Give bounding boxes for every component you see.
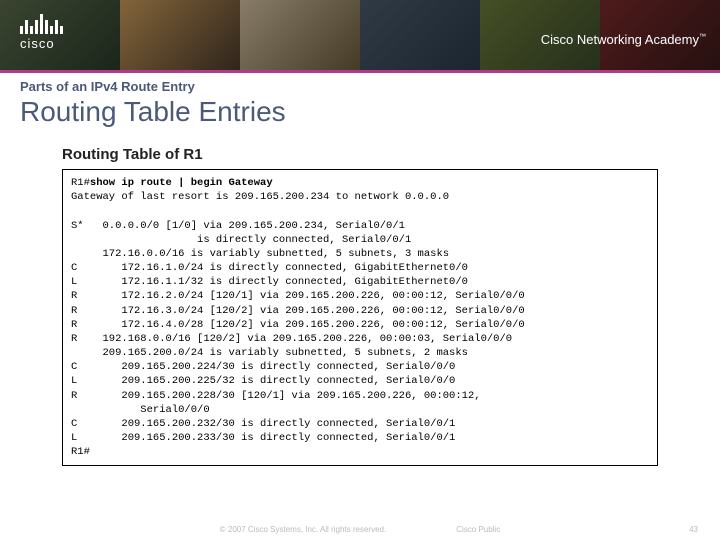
cisco-logo-text: cisco (20, 36, 63, 51)
output-line: C 209.165.200.224/30 is directly connect… (71, 361, 455, 373)
slide-footer: © 2007 Cisco Systems, Inc. All rights re… (0, 525, 720, 534)
footer-copyright: © 2007 Cisco Systems, Inc. All rights re… (220, 525, 386, 534)
terminal-output: R1#show ip route | begin Gateway Gateway… (62, 169, 658, 466)
output-line: R 192.168.0.0/16 [120/2] via 209.165.200… (71, 333, 512, 345)
footer-classification: Cisco Public (456, 525, 500, 534)
output-line: Serial0/0/0 (71, 404, 210, 416)
output-line: C 172.16.1.0/24 is directly connected, G… (71, 262, 468, 274)
slide-kicker: Parts of an IPv4 Route Entry (20, 79, 700, 94)
trademark-icon: ™ (699, 34, 706, 41)
output-line: L 209.165.200.225/32 is directly connect… (71, 375, 455, 387)
output-line: R 172.16.2.0/24 [120/1] via 209.165.200.… (71, 290, 525, 302)
output-line: R 209.165.200.228/30 [120/1] via 209.165… (71, 390, 481, 402)
academy-text: Cisco Networking Academy (541, 32, 699, 47)
output-line: is directly connected, Serial0/0/1 (71, 234, 411, 246)
header-band: cisco Cisco Networking Academy™ (0, 0, 720, 70)
output-line: 209.165.200.0/24 is variably subnetted, … (71, 347, 468, 359)
cisco-logo: cisco (20, 12, 63, 51)
cisco-bars-icon (20, 12, 63, 34)
output-line: L 209.165.200.233/30 is directly connect… (71, 432, 455, 444)
slide-title: Routing Table Entries (20, 96, 700, 128)
slide-content: Parts of an IPv4 Route Entry Routing Tab… (0, 73, 720, 466)
output-line: L 172.16.1.1/32 is directly connected, G… (71, 276, 468, 288)
routing-table-title: Routing Table of R1 (62, 146, 700, 163)
prompt: R1# (71, 446, 90, 458)
output-line: C 209.165.200.232/30 is directly connect… (71, 418, 455, 430)
output-line: S* 0.0.0.0/0 [1/0] via 209.165.200.234, … (71, 220, 405, 232)
output-line: 172.16.0.0/16 is variably subnetted, 5 s… (71, 248, 449, 260)
academy-label: Cisco Networking Academy™ (541, 32, 706, 47)
output-line: Gateway of last resort is 209.165.200.23… (71, 191, 449, 203)
footer-page-number: 43 (689, 525, 698, 534)
prompt: R1# (71, 177, 90, 189)
output-line: R 172.16.4.0/28 [120/2] via 209.165.200.… (71, 319, 525, 331)
command: show ip route | begin Gateway (90, 177, 273, 189)
output-line: R 172.16.3.0/24 [120/2] via 209.165.200.… (71, 305, 525, 317)
